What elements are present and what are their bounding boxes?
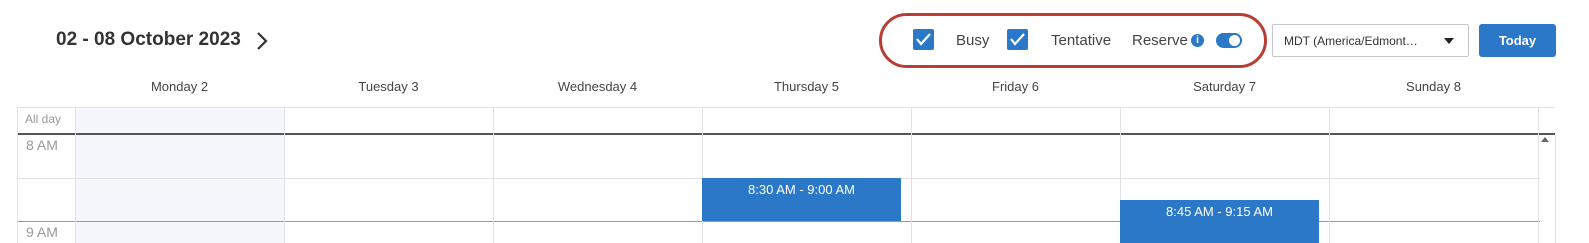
day-header-tuesday: Tuesday 3 — [358, 79, 419, 94]
column-divider — [702, 107, 703, 243]
all-day-divider — [17, 133, 1555, 135]
day-header-friday: Friday 6 — [992, 79, 1039, 94]
date-range-title: 02 - 08 October 2023 — [56, 29, 241, 50]
info-icon[interactable]: i — [1191, 34, 1204, 47]
scrollbar-track[interactable] — [1555, 134, 1556, 243]
column-divider — [284, 107, 285, 243]
reserve-toggle[interactable] — [1216, 33, 1242, 48]
event-saturday[interactable]: 8:45 AM - 9:15 AM — [1120, 200, 1319, 243]
grid-left-border — [17, 107, 18, 243]
busy-checkbox[interactable] — [913, 29, 934, 50]
column-divider — [493, 107, 494, 243]
tentative-label: Tentative — [1051, 32, 1112, 49]
day-header-sunday: Sunday 8 — [1406, 79, 1461, 94]
header-divider — [17, 107, 1555, 108]
scroll-up-icon[interactable] — [1541, 137, 1549, 142]
column-divider — [1538, 107, 1539, 243]
day-header-wednesday: Wednesday 4 — [557, 79, 638, 94]
today-button[interactable]: Today — [1479, 24, 1556, 57]
day-header-thursday: Thursday 5 — [773, 79, 840, 94]
today-column-shade — [75, 108, 284, 243]
day-header-saturday: Saturday 7 — [1193, 79, 1256, 94]
tentative-checkbox[interactable] — [1007, 29, 1028, 50]
busy-label: Busy — [956, 32, 990, 49]
time-label-9am: 9 AM — [26, 224, 58, 240]
time-gutter-divider — [75, 107, 76, 243]
time-label-8am: 8 AM — [26, 137, 58, 153]
timezone-select[interactable]: MDT (America/Edmont… — [1272, 24, 1469, 57]
all-day-label: All day — [25, 112, 62, 126]
column-divider — [1329, 107, 1330, 243]
caret-down-icon — [1444, 38, 1454, 44]
chevron-right-icon[interactable] — [252, 30, 272, 52]
day-header-monday: Monday 2 — [150, 79, 209, 94]
column-divider — [911, 107, 912, 243]
timezone-value: MDT (America/Edmont… — [1284, 34, 1418, 48]
reserve-label: Reserve — [1132, 32, 1188, 49]
toggle-knob — [1229, 35, 1240, 46]
event-thursday[interactable]: 8:30 AM - 9:00 AM — [702, 178, 901, 221]
